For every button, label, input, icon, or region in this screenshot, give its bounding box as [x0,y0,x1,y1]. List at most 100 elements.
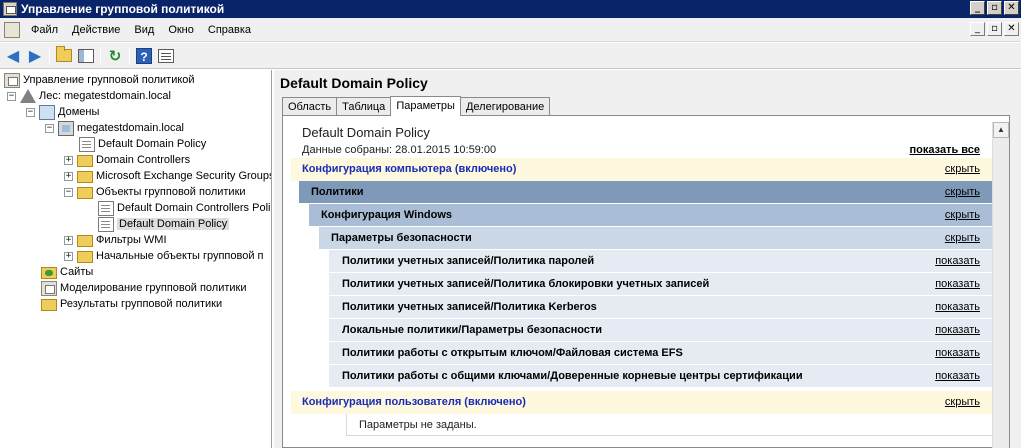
report-title: Default Domain Policy [302,125,430,140]
section-user-config: Конфигурация пользователя (включено) скр… [291,391,992,414]
expand-toggle-icon[interactable]: + [64,155,73,165]
toolbar-separator [49,46,50,65]
show-all-link[interactable]: показать все [910,144,981,156]
minimize-button[interactable]: _ [970,1,985,15]
section-item-lockout-policy: Политики учетных записей/Политика блокир… [329,273,992,296]
collapse-toggle-icon[interactable]: − [45,123,54,133]
section-item-efs: Политики работы с открытым ключом/Файлов… [329,342,992,365]
hide-link[interactable]: скрыть [945,181,980,204]
show-link[interactable]: показать [935,273,980,296]
collapse-toggle-icon[interactable]: − [26,107,35,117]
tree-item-label: Сайты [60,266,94,278]
show-hide-tree-button[interactable] [75,45,97,67]
tree-item-label: Microsoft Exchange Security Groups [96,170,272,182]
section-heading: Политики учетных записей/Политика блокир… [342,278,710,290]
menu-help[interactable]: Справка [201,18,258,42]
section-heading: Конфигурация компьютера (включено) [302,163,517,175]
forward-button[interactable]: ▶ [24,45,46,67]
domains-folder-icon [39,104,55,120]
data-collected-text: Данные собраны: 28.01.2015 10:59:00 [302,144,497,156]
tree-item-domain[interactable]: − megatestdomain.local [45,120,184,136]
up-folder-icon [56,46,72,62]
report-scrollbar[interactable]: ▲ [992,122,1009,448]
menu-bar: Файл Действие Вид Окно Справка _ ▫ ✕ [0,18,1021,42]
tree-item-domain-controllers[interactable]: + Domain Controllers [64,152,190,168]
section-heading: Политики [311,186,364,198]
gpo-icon [98,200,114,216]
tree-item-results[interactable]: Результаты групповой политики [41,296,222,312]
refresh-button[interactable]: ↻ [104,45,126,67]
section-computer-config: Конфигурация компьютера (включено) скрыт… [291,158,992,181]
child-restore-button[interactable]: ▫ [987,22,1002,36]
menu-action[interactable]: Действие [65,18,127,42]
scroll-up-icon[interactable]: ▲ [993,122,1009,138]
properties-button[interactable] [155,45,177,67]
tree-item-modeling[interactable]: Моделирование групповой политики [41,280,246,296]
tab-delegation[interactable]: Делегирование [459,97,551,116]
forest-icon [20,89,36,103]
restore-button[interactable]: ▫ [987,1,1002,15]
tree-item-domains[interactable]: − Домены [26,104,99,120]
tree-item-default-domain-policy-link[interactable]: Default Domain Policy [79,136,206,152]
details-pane: Default Domain Policy Область Таблица Па… [274,70,1021,448]
collapse-toggle-icon[interactable]: − [7,91,16,101]
close-button[interactable]: ✕ [1004,1,1019,15]
tree-item-label: Результаты групповой политики [60,298,223,310]
tree-item-gpo-dc-policy[interactable]: Default Domain Controllers Polic [98,200,271,216]
tab-details[interactable]: Таблица [336,97,392,116]
tree-item-label: megatestdomain.local [77,122,185,134]
gpm-console-icon [4,72,20,88]
tree-item-gpo-folder[interactable]: − Объекты групповой политики [64,184,246,200]
tree-item-label: Домены [58,106,100,118]
tree-item-label: Default Domain Policy [98,138,207,150]
section-heading: Локальные политики/Параметры безопасност… [342,324,603,336]
child-minimize-button[interactable]: _ [970,22,985,36]
child-close-button[interactable]: ✕ [1004,22,1019,36]
menu-file[interactable]: Файл [24,18,65,42]
show-hide-tree-icon [78,48,94,63]
hide-link[interactable]: скрыть [945,204,980,227]
ou-folder-icon [77,155,93,167]
tree-item-gpm-root[interactable]: Управление групповой политикой [4,72,195,88]
section-heading: Политики работы с общими ключами/Доверен… [342,370,803,382]
child-window-controls: _ ▫ ✕ [970,22,1019,36]
menu-view[interactable]: Вид [127,18,161,42]
hide-link[interactable]: скрыть [945,391,980,414]
tab-scope[interactable]: Область [282,97,338,116]
section-policies: Политики скрыть [299,181,992,204]
gpo-icon [98,216,114,232]
tree-item-label: Default Domain Policy [117,218,230,230]
properties-icon [158,48,174,63]
collapse-toggle-icon[interactable]: − [64,187,73,197]
tree-item-wmi-filters[interactable]: + Фильтры WMI [64,232,167,248]
tree-item-exchange-groups[interactable]: + Microsoft Exchange Security Groups [64,168,272,184]
show-link[interactable]: показать [935,319,980,342]
hide-link[interactable]: скрыть [945,158,980,181]
tab-settings[interactable]: Параметры [390,96,461,116]
up-level-button[interactable] [53,45,75,67]
expand-toggle-icon[interactable]: + [64,251,73,261]
tree-item-starter-gpos[interactable]: + Начальные объекты групповой п [64,248,264,264]
menu-window[interactable]: Окно [161,18,201,42]
back-button[interactable]: ◀ [2,45,24,67]
tree-item-label: Domain Controllers [96,154,191,166]
tree-item-sites[interactable]: Сайты [41,264,93,280]
window-titlebar: Управление групповой политикой _ ▫ ✕ [0,0,1021,18]
hide-link[interactable]: скрыть [945,227,980,250]
help-button[interactable]: ? [133,45,155,67]
show-link[interactable]: показать [935,342,980,365]
back-icon: ◀ [6,47,20,65]
section-heading: Политики учетных записей/Политика пароле… [342,255,595,267]
show-link[interactable]: показать [935,296,980,319]
expand-toggle-icon[interactable]: + [64,171,73,181]
show-link[interactable]: показать [935,250,980,273]
tab-strip: Область Таблица Параметры Делегирование [282,96,551,116]
tree-item-gpo-default-policy[interactable]: Default Domain Policy [98,216,230,232]
tree-item-forest[interactable]: − Лес: megatestdomain.local [7,88,171,104]
console-icon[interactable] [4,21,20,38]
tree-item-label: Фильтры WMI [96,234,167,246]
section-windows-config: Конфигурация Windows скрыть [309,204,992,227]
toolbar: ◀ ▶ ↻ ? [0,43,1021,69]
show-link[interactable]: показать [935,365,980,388]
expand-toggle-icon[interactable]: + [64,235,73,245]
